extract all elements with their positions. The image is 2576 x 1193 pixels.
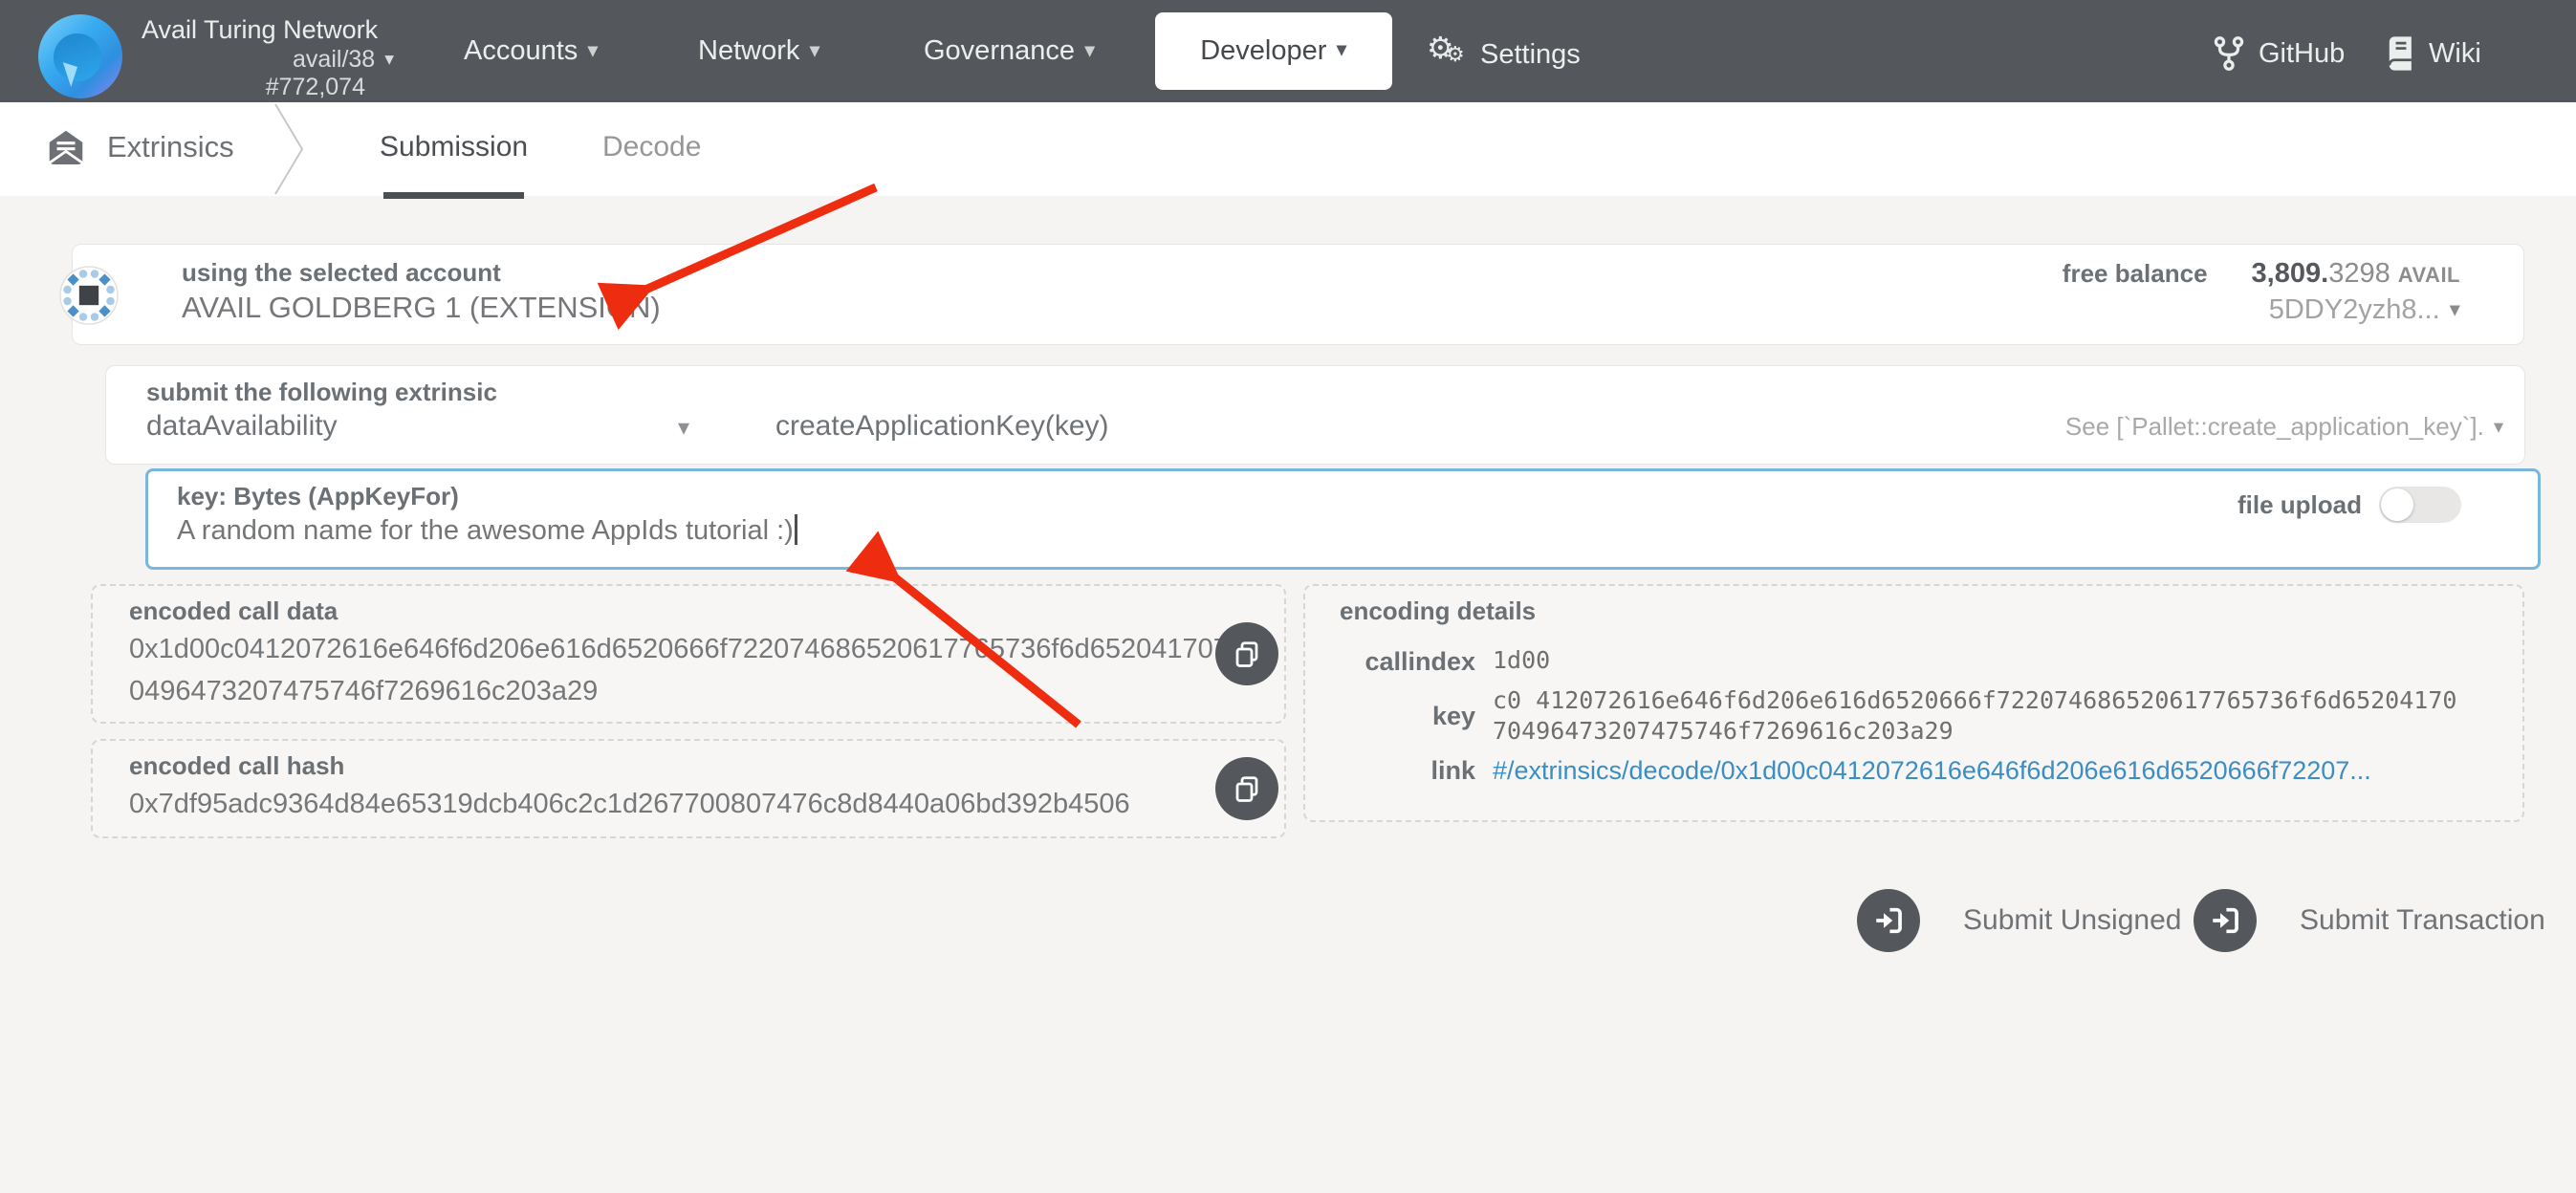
- file-upload-toggle[interactable]: [2379, 487, 2461, 523]
- tab-decode[interactable]: Decode: [602, 131, 701, 163]
- encoding-details-title: encoding details: [1340, 596, 2522, 626]
- submit-unsigned-button[interactable]: Submit Unsigned: [1857, 889, 2181, 952]
- encoded-call-hash-value: 0x7df95adc9364d84e65319dcb406c2c1d267700…: [129, 783, 1257, 825]
- text-cursor: [795, 514, 797, 545]
- extrinsics-page: Avail Turing Network avail/38▾ #772,074 …: [0, 0, 2576, 1193]
- account-card: using the selected account AVAIL GOLDBER…: [72, 244, 2524, 345]
- call-select[interactable]: createApplicationKey(key): [775, 410, 1109, 443]
- encoded-call-data-card: encoded call data 0x1d00c0412072616e646f…: [91, 584, 1286, 724]
- key-input-field[interactable]: key: Bytes (AppKeyFor) A random name for…: [145, 468, 2541, 570]
- chevron-down-icon: ▾: [809, 38, 819, 62]
- chevron-down-icon: ▾: [2450, 297, 2460, 321]
- avail-logo-icon[interactable]: [38, 14, 122, 98]
- extrinsic-label: submit the following extrinsic: [146, 378, 497, 407]
- sign-in-icon: [1857, 889, 1920, 952]
- submit-transaction-button[interactable]: Submit Transaction: [2194, 889, 2545, 952]
- tab-bar: Extrinsics Submission Decode: [0, 102, 2576, 196]
- decode-link[interactable]: #/extrinsics/decode/0x1d00c0412072616e64…: [1493, 754, 2371, 787]
- chevron-down-icon: ▾: [1084, 38, 1095, 62]
- key-input-value[interactable]: A random name for the awesome AppIds tut…: [177, 514, 797, 547]
- pallet-select[interactable]: dataAvailability: [146, 410, 338, 443]
- account-name[interactable]: AVAIL GOLDBERG 1 (EXTENSION): [182, 291, 661, 325]
- encoded-call-data-label: encoded call data: [129, 596, 338, 626]
- file-upload-control: file upload: [2238, 487, 2461, 523]
- copy-call-data-button[interactable]: [1215, 622, 1278, 685]
- block-number: #772,074: [143, 74, 365, 101]
- call-doc-dropdown[interactable]: See [`Pallet::create_application_key`].▾: [2065, 412, 2503, 442]
- link-row: link #/extrinsics/decode/0x1d00c04120726…: [1340, 754, 2522, 787]
- free-balance: free balance 3,809.3298 AVAIL: [2063, 258, 2460, 290]
- section-title: Extrinsics: [46, 129, 234, 165]
- copy-icon: [1233, 774, 1261, 803]
- account-address-dropdown[interactable]: 5DDY2yzh8...▾: [2269, 294, 2460, 326]
- key-row: key c0 412072616e646f6d206e616d6520666f7…: [1340, 685, 2522, 747]
- chevron-down-icon: ▾: [384, 49, 394, 70]
- callindex-value: 1d00: [1493, 645, 1550, 678]
- free-balance-value: 3,809.3298 AVAIL: [2252, 258, 2460, 290]
- account-identicon[interactable]: [59, 266, 119, 325]
- chevron-down-icon[interactable]: ▾: [678, 414, 689, 442]
- link-label: link: [1340, 754, 1493, 787]
- menu-settings[interactable]: ⚙⚙ Settings: [1427, 35, 1581, 74]
- file-upload-label: file upload: [2238, 490, 2362, 520]
- encoded-call-hash-label: encoded call hash: [129, 751, 344, 781]
- github-link[interactable]: GitHub: [2213, 35, 2345, 72]
- top-navbar: Avail Turing Network avail/38▾ #772,074 …: [0, 0, 2576, 102]
- chevron-down-icon: ▾: [2494, 417, 2503, 438]
- sign-in-icon: [2194, 889, 2257, 952]
- chain-spec-selector[interactable]: avail/38▾: [143, 46, 394, 74]
- callindex-label: callindex: [1340, 645, 1493, 678]
- encoded-call-hash-card: encoded call hash 0x7df95adc9364d84e6531…: [91, 739, 1286, 838]
- network-name: Avail Turing Network: [142, 15, 378, 45]
- free-balance-label: free balance: [2063, 259, 2208, 289]
- encoding-details-card: encoding details callindex 1d00 key c0 4…: [1303, 584, 2524, 822]
- git-fork-icon: [2213, 35, 2245, 72]
- chevron-down-icon: ▾: [1336, 37, 1346, 62]
- key-input-label: key: Bytes (AppKeyFor): [177, 482, 459, 511]
- menu-network[interactable]: Network▾: [698, 35, 820, 67]
- key-label: key: [1340, 700, 1493, 732]
- book-icon: [2387, 35, 2415, 72]
- key-value: c0 412072616e646f6d206e616d6520666f72207…: [1493, 685, 2464, 747]
- extrinsic-card: submit the following extrinsic dataAvail…: [105, 365, 2525, 465]
- copy-call-hash-button[interactable]: [1215, 757, 1278, 820]
- section-divider: [268, 102, 325, 196]
- encoded-call-data-value: 0x1d00c0412072616e646f6d206e616d6520666f…: [129, 628, 1229, 712]
- account-label: using the selected account: [182, 258, 501, 288]
- copy-icon: [1233, 640, 1261, 668]
- menu-accounts[interactable]: Accounts▾: [464, 35, 599, 67]
- menu-governance[interactable]: Governance▾: [924, 35, 1095, 67]
- toggle-knob: [2381, 488, 2413, 521]
- wiki-link[interactable]: Wiki: [2387, 35, 2481, 72]
- gears-icon: ⚙⚙: [1427, 35, 1469, 74]
- tab-submission[interactable]: Submission: [380, 131, 528, 163]
- envelope-icon: [46, 129, 86, 165]
- menu-developer-active[interactable]: Developer▾: [1155, 12, 1392, 90]
- callindex-row: callindex 1d00: [1340, 645, 2522, 678]
- chevron-down-icon: ▾: [587, 38, 598, 62]
